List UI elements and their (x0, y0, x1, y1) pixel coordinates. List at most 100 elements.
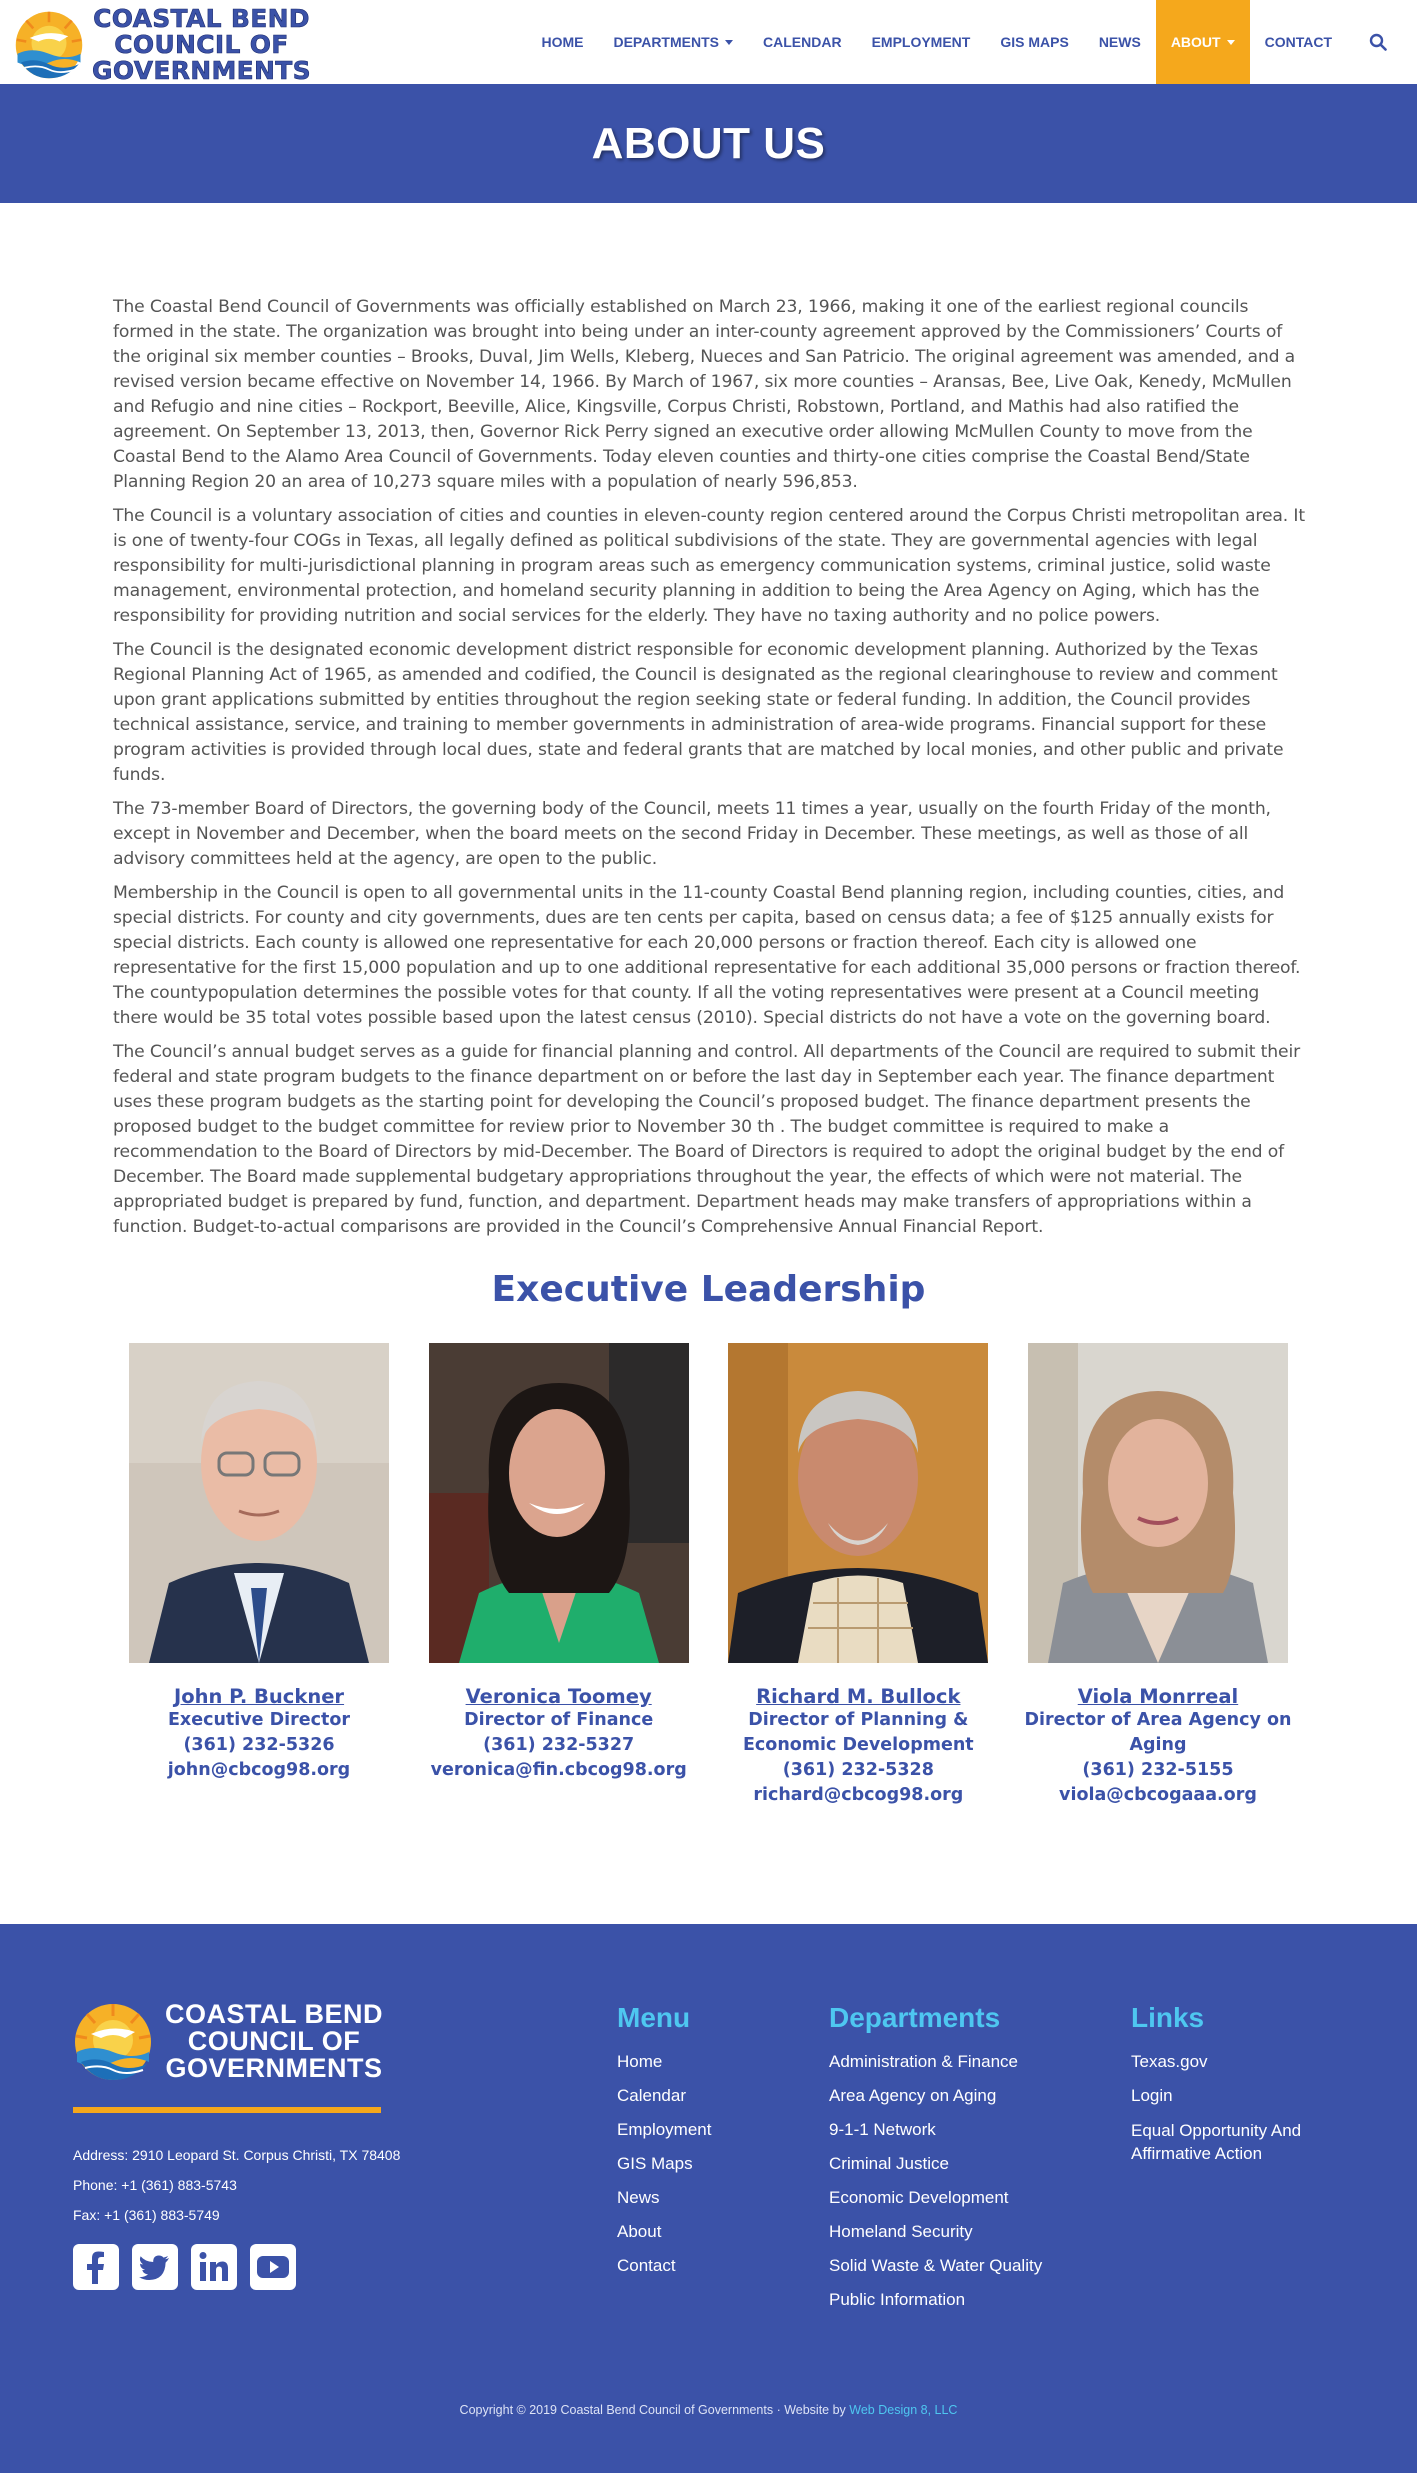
nav-departments-label: DEPARTMENTS (613, 34, 719, 50)
footer-department-link[interactable]: Administration & Finance (829, 2045, 1042, 2079)
footer-links-column: Links Texas.gov Login Equal Opportunity … (1131, 2002, 1331, 2165)
facebook-icon[interactable] (73, 2244, 119, 2290)
leader-card: Richard M. Bullock Director of Planning … (728, 1343, 989, 1808)
footer-menu-heading: Menu (617, 2002, 691, 2033)
about-paragraph: The Coastal Bend Council of Governments … (113, 297, 1296, 492)
leader-phone[interactable]: (361) 232-5327 (429, 1733, 689, 1758)
footer-logo-line-3: GOVERNMENTS (165, 2053, 383, 2083)
logo-line-1: COASTAL BEND (93, 4, 310, 33)
leader-photo (1027, 1343, 1288, 1663)
leader-email[interactable]: richard@cbcog98.org (728, 1783, 988, 1808)
nav-news[interactable]: NEWS (1084, 0, 1156, 84)
about-content: The Coastal Bend Council of Governments … (0, 203, 1417, 1240)
leader-email[interactable]: veronica@fin.cbcog98.org (429, 1758, 689, 1783)
footer-menu-link[interactable]: About (617, 2215, 711, 2249)
linkedin-icon[interactable] (191, 2244, 237, 2290)
footer-logo-line-1: COASTAL BEND (165, 1999, 384, 2029)
logo-emblem-icon (14, 10, 84, 80)
footer-menu-link[interactable]: Home (617, 2045, 711, 2079)
footer-department-link[interactable]: Homeland Security (829, 2215, 1042, 2249)
footer-menu-link[interactable]: News (617, 2181, 711, 2215)
nav-calendar-label: CALENDAR (763, 34, 842, 50)
caret-down-icon (725, 39, 733, 45)
footer-link[interactable]: Texas.gov (1131, 2045, 1331, 2079)
footer-address: Address: 2910 Leopard St. Corpus Christi… (73, 2147, 401, 2163)
leader-card: Viola Monrreal Director of Area Agency o… (1025, 1343, 1291, 1808)
footer-menu-link[interactable]: Calendar (617, 2079, 711, 2113)
footer-divider (73, 2107, 381, 2113)
nav-about[interactable]: ABOUT (1155, 0, 1250, 84)
twitter-icon[interactable] (132, 2244, 178, 2290)
footer-fax: Fax: +1 (361) 883-5749 (73, 2207, 220, 2223)
leader-photo (428, 1343, 689, 1663)
nav-about-label: ABOUT (1170, 34, 1221, 50)
footer-link[interactable]: Login (1131, 2079, 1331, 2113)
nav-contact[interactable]: CONTACT (1250, 0, 1347, 84)
leader-phone[interactable]: (361) 232-5155 (1028, 1758, 1288, 1783)
footer-departments-column: Departments Administration & Finance Are… (829, 2002, 1042, 2317)
nav-home-label: HOME (541, 34, 584, 50)
leadership-grid: John P. Buckner Executive Director (361)… (0, 1343, 1417, 1808)
site-footer: COASTAL BEND COUNCIL OF GOVERNMENTS Addr… (0, 1924, 1417, 2473)
footer-department-link[interactable]: Public Information (829, 2283, 1042, 2317)
leader-title: Executive Director (167, 1710, 351, 1730)
footer-department-link[interactable]: Solid Waste & Water Quality (829, 2249, 1042, 2283)
footer-menu-link[interactable]: GIS Maps (617, 2147, 711, 2181)
footer-menu-link[interactable]: Contact (617, 2249, 711, 2283)
footer-logo-emblem-icon (73, 2002, 153, 2082)
leader-name-link[interactable]: Veronica Toomey (429, 1685, 689, 1708)
leader-name-link[interactable]: John P. Buckner (129, 1685, 389, 1708)
logo-line-2: COUNCIL OF (114, 30, 289, 59)
footer-menu-link[interactable]: Employment (617, 2113, 711, 2147)
leader-phone[interactable]: (361) 232-5326 (129, 1733, 389, 1758)
footer-department-link[interactable]: Area Agency on Aging (829, 2079, 1042, 2113)
social-links (73, 2244, 296, 2290)
about-paragraph: The Council is a voluntary association o… (113, 506, 1305, 626)
nav-departments[interactable]: DEPARTMENTS (598, 0, 748, 84)
footer-phone[interactable]: Phone: +1 (361) 883-5743 (73, 2170, 400, 2200)
web-design-credit-link[interactable]: Web Design 8, LLC (849, 2403, 957, 2417)
nav-home[interactable]: HOME (526, 0, 598, 84)
leader-title: Director of Finance (464, 1710, 654, 1730)
footer-contact: Address: 2910 Leopard St. Corpus Christi… (73, 2140, 400, 2230)
executive-leadership-heading: Executive Leadership (491, 1269, 926, 1310)
leader-phone[interactable]: (361) 232-5328 (728, 1758, 988, 1783)
leader-name-link[interactable]: Viola Monrreal (1028, 1685, 1288, 1708)
about-paragraph: The Council is the designated economic d… (113, 640, 1284, 785)
footer-logo-line-2: COUNCIL OF (187, 2026, 361, 2056)
nav-calendar[interactable]: CALENDAR (748, 0, 857, 84)
leader-title: Director of Area Agency on Aging (1024, 1710, 1292, 1755)
footer-department-link[interactable]: 9-1-1 Network (829, 2113, 1042, 2147)
footer-department-link[interactable]: Economic Development (829, 2181, 1042, 2215)
footer-department-link[interactable]: Criminal Justice (829, 2147, 1042, 2181)
youtube-icon[interactable] (250, 2244, 296, 2290)
logo-line-3: GOVERNMENTS (92, 56, 311, 85)
caret-down-icon (1226, 39, 1235, 45)
copyright: Copyright © 2019 Coastal Bend Council of… (0, 2403, 1417, 2417)
page-banner: ABOUT US (0, 84, 1417, 203)
leader-photo (129, 1343, 389, 1663)
copyright-text: Copyright © 2019 Coastal Bend Council of… (459, 2403, 850, 2417)
nav-gis-maps[interactable]: GIS MAPS (985, 0, 1083, 84)
search-button[interactable] (1347, 0, 1417, 84)
footer-logo[interactable]: COASTAL BEND COUNCIL OF GOVERNMENTS (73, 2001, 383, 2082)
footer-logo-text: COASTAL BEND COUNCIL OF GOVERNMENTS (165, 2001, 383, 2082)
main-nav: HOME DEPARTMENTS CALENDAR EMPLOYMENT GIS… (526, 0, 1417, 84)
about-paragraph: The Council’s annual budget serves as a … (113, 1042, 1300, 1237)
nav-employment-label: EMPLOYMENT (871, 34, 971, 50)
nav-employment[interactable]: EMPLOYMENT (857, 0, 986, 84)
nav-contact-label: CONTACT (1264, 34, 1332, 50)
leader-card: John P. Buckner Executive Director (361)… (129, 1343, 389, 1808)
leader-email[interactable]: viola@cbcogaaa.org (1028, 1783, 1288, 1808)
footer-departments-heading: Departments (829, 2002, 1001, 2033)
footer-menu-column: Menu Home Calendar Employment GIS Maps N… (617, 2002, 711, 2283)
about-paragraph: The 73-member Board of Directors, the go… (113, 799, 1271, 869)
site-logo[interactable]: COASTAL BEND COUNCIL OF GOVERNMENTS (14, 4, 311, 85)
leader-email[interactable]: john@cbcog98.org (129, 1758, 389, 1783)
leader-name-link[interactable]: Richard M. Bullock (728, 1685, 988, 1708)
footer-link[interactable]: Equal Opportunity And Affirmative Action (1131, 2119, 1331, 2165)
leader-title: Director of Planning & Economic Developm… (742, 1710, 974, 1755)
about-paragraph: Membership in the Council is open to all… (113, 883, 1301, 1028)
logo-text: COASTAL BEND COUNCIL OF GOVERNMENTS (92, 4, 311, 85)
nav-gis-maps-label: GIS MAPS (1000, 34, 1069, 50)
